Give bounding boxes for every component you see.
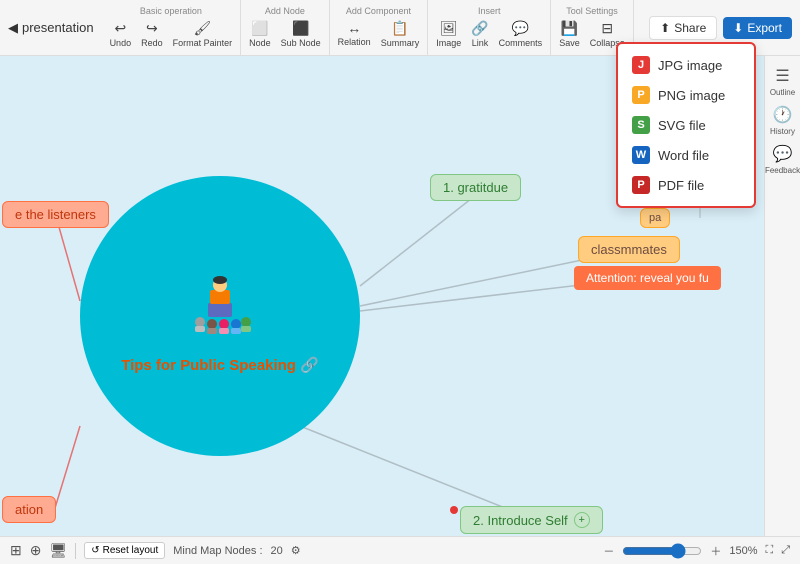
export-pdf-label: PDF file bbox=[658, 178, 704, 193]
share-button[interactable]: ⬆ Share bbox=[649, 16, 717, 40]
feedback-icon: 💬 bbox=[773, 144, 793, 164]
image-button[interactable]: 🖼Image bbox=[432, 18, 465, 50]
fit-screen-icon[interactable]: ⛶ bbox=[765, 544, 773, 557]
statusbar-separator bbox=[75, 543, 76, 559]
statusbar: ⊞ ⊕ 🖥 ↺ Reset layout Mind Map Nodes : 20… bbox=[0, 536, 800, 564]
format-painter-button[interactable]: 🖌Format Painter bbox=[169, 18, 237, 50]
export-dropdown: J JPG image P PNG image S SVG file W Wor… bbox=[616, 42, 756, 208]
save-button[interactable]: 💾Save bbox=[555, 18, 584, 50]
center-node-icon bbox=[180, 258, 260, 350]
outline-label: Outline bbox=[770, 88, 795, 97]
node-gratitude-label: 1. gratitdue bbox=[443, 180, 508, 195]
sidebar-outline-item[interactable]: ☰ Outline bbox=[770, 66, 795, 97]
export-icon: ⬇ bbox=[733, 21, 743, 35]
export-button[interactable]: ⬇ Export bbox=[723, 17, 792, 39]
png-icon: P bbox=[632, 86, 650, 104]
reset-layout-icon: ↺ bbox=[91, 545, 99, 556]
word-icon: W bbox=[632, 146, 650, 164]
summary-button[interactable]: 📋Summary bbox=[377, 18, 424, 50]
app-title: presentation bbox=[22, 20, 94, 35]
relation-button[interactable]: ↔Relation bbox=[334, 18, 375, 49]
mindmap-center-node[interactable]: Tips for Public Speaking 🔗 bbox=[80, 176, 360, 456]
center-node-title: Tips for Public Speaking 🔗 bbox=[111, 356, 329, 374]
undo-button[interactable]: ↩Undo bbox=[106, 18, 136, 50]
export-svg-label: SVG file bbox=[658, 118, 706, 133]
toolbar-group-basic: Basic operation ↩Undo ↪Redo 🖌Format Pain… bbox=[102, 0, 242, 56]
fullscreen-icon[interactable]: ⤢ bbox=[781, 544, 790, 557]
node-attention[interactable]: Attention: reveal you fu bbox=[574, 266, 721, 290]
export-png-label: PNG image bbox=[658, 88, 725, 103]
status-icon-2[interactable]: ⊕ bbox=[30, 542, 42, 559]
toolbar-group-add-component: Add Component ↔Relation 📋Summary bbox=[330, 0, 429, 56]
node-classmates-label: classmmates bbox=[591, 242, 667, 257]
export-jpg-item[interactable]: J JPG image bbox=[618, 50, 754, 80]
export-word-label: Word file bbox=[658, 148, 709, 163]
export-png-item[interactable]: P PNG image bbox=[618, 80, 754, 110]
group-label-tool-settings: Tool Settings bbox=[566, 6, 618, 16]
export-label: Export bbox=[747, 21, 782, 35]
node-gratitude[interactable]: 1. gratitdue bbox=[430, 174, 521, 201]
feedback-label: Feedback bbox=[765, 166, 800, 175]
pdf-icon: P bbox=[632, 176, 650, 194]
share-icon: ⬆ bbox=[660, 21, 670, 35]
export-svg-item[interactable]: S SVG file bbox=[618, 110, 754, 140]
node-attention-label: Attention: reveal you fu bbox=[586, 271, 709, 285]
sub-node-button[interactable]: ⬛Sub Node bbox=[277, 18, 325, 50]
link-button[interactable]: 🔗Link bbox=[467, 18, 492, 50]
nodes-count: 20 bbox=[271, 545, 283, 557]
jpg-icon: J bbox=[632, 56, 650, 74]
sidebar-right: ☰ Outline 🕐 History 💬 Feedback bbox=[764, 56, 800, 564]
node-ation-label: ation bbox=[15, 502, 43, 517]
node-introduce-self-expand-icon[interactable]: + bbox=[574, 512, 590, 528]
back-button[interactable]: ◀ presentation bbox=[0, 20, 102, 36]
status-icon-3[interactable]: 🖥 bbox=[49, 542, 67, 559]
statusbar-right: － ＋ 150% ⛶ ⤢ bbox=[603, 543, 790, 559]
node-introduce-self[interactable]: 2. Introduce Self + bbox=[460, 506, 603, 534]
group-label-add-component: Add Component bbox=[346, 6, 411, 16]
back-icon: ◀ bbox=[8, 20, 18, 36]
svg-icon: S bbox=[632, 116, 650, 134]
node-the-listeners[interactable]: e the listeners bbox=[2, 201, 109, 228]
history-label: History bbox=[770, 127, 795, 136]
history-icon: 🕐 bbox=[773, 105, 793, 125]
toolbar-group-add-node: Add Node ⬜Node ⬛Sub Node bbox=[241, 0, 330, 56]
node-classmates[interactable]: classmmates bbox=[578, 236, 680, 263]
node-button[interactable]: ⬜Node bbox=[245, 18, 275, 50]
node-introduce-self-label: 2. Introduce Self bbox=[473, 513, 568, 528]
export-pdf-item[interactable]: P PDF file bbox=[618, 170, 754, 200]
group-label-basic: Basic operation bbox=[140, 6, 202, 16]
sidebar-history-item[interactable]: 🕐 History bbox=[770, 105, 795, 136]
zoom-slider[interactable] bbox=[622, 543, 702, 559]
toolbar-right: ⬆ Share ⬇ Export bbox=[649, 16, 800, 40]
status-icon-1[interactable]: ⊞ bbox=[10, 542, 22, 559]
comments-button[interactable]: 💬Comments bbox=[495, 18, 547, 50]
export-word-item[interactable]: W Word file bbox=[618, 140, 754, 170]
zoom-in-icon[interactable]: ＋ bbox=[710, 543, 721, 559]
group-label-insert: Insert bbox=[478, 6, 501, 16]
sidebar-feedback-item[interactable]: 💬 Feedback bbox=[765, 144, 800, 175]
reset-layout-label: Reset layout bbox=[103, 545, 159, 556]
settings-icon[interactable]: ⚙ bbox=[291, 544, 301, 557]
reset-layout-button[interactable]: ↺ Reset layout bbox=[84, 542, 165, 559]
share-label: Share bbox=[674, 21, 706, 35]
redo-button[interactable]: ↪Redo bbox=[137, 18, 167, 50]
zoom-percent: 150% bbox=[729, 545, 757, 557]
node-ation[interactable]: ation bbox=[2, 496, 56, 523]
mindmap-dot bbox=[450, 506, 458, 514]
export-jpg-label: JPG image bbox=[658, 58, 722, 73]
node-the-listeners-label: e the listeners bbox=[15, 207, 96, 222]
nodes-label: Mind Map Nodes : bbox=[173, 545, 262, 557]
zoom-out-icon[interactable]: － bbox=[603, 543, 614, 559]
node-pa[interactable]: pa bbox=[640, 208, 670, 228]
node-pa-label: pa bbox=[649, 212, 661, 224]
outline-icon: ☰ bbox=[775, 66, 789, 86]
group-label-add-node: Add Node bbox=[265, 6, 305, 16]
toolbar-group-insert: Insert 🖼Image 🔗Link 💬Comments bbox=[428, 0, 551, 56]
